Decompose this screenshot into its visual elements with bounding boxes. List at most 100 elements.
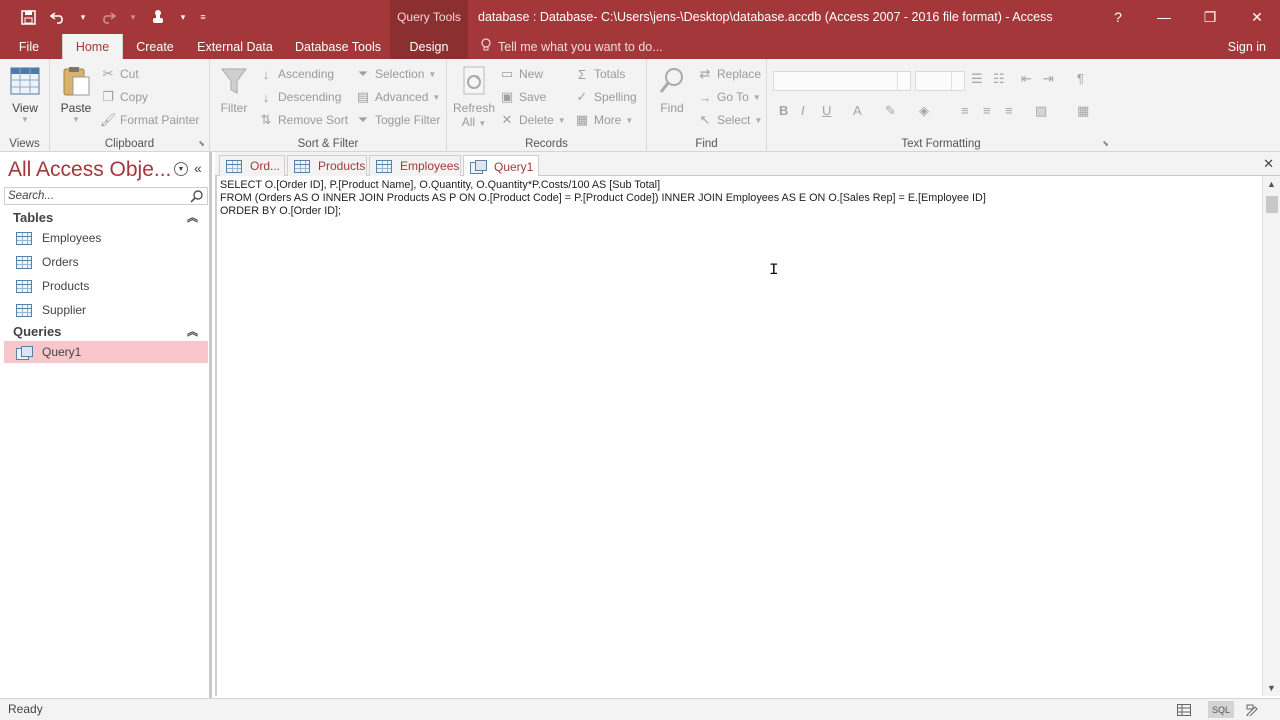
sql-text[interactable]: SELECT O.[Order ID], P.[Product Name], O… <box>220 179 986 218</box>
new-record-button[interactable]: ▭ New <box>499 64 543 84</box>
ribbon: View ▼ Views Paste ▼ ✂ Cut ❐ Copy 🖌 Format … <box>0 59 1280 152</box>
copy-button[interactable]: ❐ Copy <box>100 87 148 107</box>
shutter-bar-close-icon[interactable]: « <box>194 160 202 176</box>
nav-menu-dropdown-icon[interactable]: ▼ <box>174 162 188 176</box>
nav-table-employees[interactable]: Employees <box>4 227 208 249</box>
search-icon[interactable] <box>190 189 204 203</box>
touch-mode-icon[interactable] <box>148 7 168 27</box>
font-color-icon[interactable]: A <box>853 103 862 118</box>
sort-filter-group: Filter ↓ Ascending ↓ Descending ⇅ Remove So… <box>210 59 447 152</box>
numbering-icon[interactable]: ☷ <box>993 71 1005 87</box>
chevron-down-icon: ▼ <box>478 119 487 128</box>
queries-section-header[interactable]: Queries ︽ <box>4 321 208 341</box>
goto-button[interactable]: → Go To ▼ <box>697 87 761 107</box>
sql-editor[interactable]: SELECT O.[Order ID], P.[Product Name], O… <box>215 176 1262 696</box>
dialog-launcher-icon[interactable]: ⬊ <box>1102 139 1109 148</box>
toggle-filter-button[interactable]: ⏷ Toggle Filter <box>355 110 441 130</box>
remove-sort-button[interactable]: ⇅ Remove Sort <box>258 110 348 130</box>
minimize-button[interactable]: — <box>1141 0 1187 34</box>
nav-pane-title[interactable]: All Access Obje... <box>8 158 171 182</box>
ascending-button[interactable]: ↓ Ascending <box>258 64 334 84</box>
tab-file[interactable]: File <box>0 34 58 59</box>
format-painter-button[interactable]: 🖌 Format Painter <box>100 110 200 130</box>
totals-button[interactable]: Σ Totals <box>574 64 625 84</box>
fill-color-icon[interactable]: ◈ <box>919 103 929 119</box>
restore-button[interactable]: ❐ <box>1187 0 1233 34</box>
font-name-combo[interactable] <box>773 71 911 91</box>
doc-tab-products[interactable]: Products <box>287 155 367 176</box>
spelling-button[interactable]: ✓ Spelling <box>574 87 637 107</box>
indent-increase-icon[interactable]: ⇥ <box>1043 71 1054 87</box>
replace-button[interactable]: ⇄ Replace <box>697 64 761 84</box>
vertical-scrollbar[interactable]: ▲ ▼ <box>1262 176 1280 696</box>
more-button[interactable]: ▦ More ▼ <box>574 110 633 130</box>
tab-design[interactable]: Design <box>390 34 468 59</box>
doc-tab-query1[interactable]: Query1 <box>463 155 539 177</box>
alternate-row-color-icon[interactable]: ▨ <box>1035 103 1047 119</box>
cut-button[interactable]: ✂ Cut <box>100 64 139 84</box>
indent-decrease-icon[interactable]: ⇤ <box>1021 71 1032 87</box>
datasheet-view-button[interactable] <box>1171 701 1197 718</box>
nav-search-input[interactable] <box>5 188 185 204</box>
scroll-up-icon[interactable]: ▲ <box>1267 179 1276 189</box>
italic-icon[interactable]: I <box>801 103 805 118</box>
customize-qat-icon[interactable]: ≡ <box>198 7 208 27</box>
bold-icon[interactable]: B <box>779 103 788 118</box>
doc-tab-orders[interactable]: Ord... <box>219 155 285 176</box>
status-bar: Ready SQL <box>0 698 1280 720</box>
chevron-down-icon: ▼ <box>752 92 761 102</box>
help-button[interactable]: ? <box>1095 0 1141 34</box>
undo-icon[interactable] <box>48 7 68 27</box>
nav-table-products[interactable]: Products <box>4 275 208 297</box>
sql-view-button[interactable]: SQL <box>1208 701 1234 718</box>
sign-in-link[interactable]: Sign in <box>1228 34 1266 59</box>
select-button[interactable]: ↖ Select ▼ <box>697 110 763 130</box>
save-record-button[interactable]: ▣ Save <box>499 87 547 107</box>
find-button[interactable]: Find <box>653 64 691 115</box>
tab-home[interactable]: Home <box>62 34 123 59</box>
align-left-icon[interactable]: ≡ <box>961 103 969 118</box>
tab-database-tools[interactable]: Database Tools <box>287 34 389 59</box>
design-view-button[interactable] <box>1240 701 1266 718</box>
underline-icon[interactable]: U <box>822 103 831 118</box>
delete-record-button[interactable]: ✕ Delete ▼ <box>499 110 566 130</box>
chevron-down-icon: ▼ <box>754 115 763 125</box>
close-window-button[interactable]: ✕ <box>1234 0 1280 34</box>
align-right-icon[interactable]: ≡ <box>1005 103 1013 118</box>
nav-query-query1[interactable]: Query1 <box>4 341 208 363</box>
filter-button[interactable]: Filter <box>214 64 254 115</box>
paragraph-direction-icon[interactable]: ¶ <box>1077 71 1084 86</box>
save-icon[interactable] <box>18 7 38 27</box>
view-button[interactable]: View ▼ <box>5 64 45 124</box>
touch-dropdown-icon[interactable]: ▾ <box>178 7 188 27</box>
align-center-icon[interactable]: ≡ <box>983 103 991 118</box>
highlight-icon[interactable]: ✎ <box>885 103 896 119</box>
doc-tab-employees[interactable]: Employees <box>369 155 461 176</box>
bullets-icon[interactable]: ☰ <box>971 71 983 87</box>
tab-external-data[interactable]: External Data <box>189 34 281 59</box>
scrollbar-thumb[interactable] <box>1266 196 1278 213</box>
nav-table-supplier[interactable]: Supplier <box>4 299 208 321</box>
dialog-launcher-icon[interactable]: ⬊ <box>198 139 205 148</box>
selection-label: Selection <box>375 67 425 81</box>
selection-button[interactable]: ⏷ Selection ▼ <box>355 64 437 84</box>
collapse-section-icon[interactable]: ︽ <box>187 209 198 225</box>
tables-section-header[interactable]: Tables ︽ <box>4 207 208 227</box>
nav-table-orders[interactable]: Orders <box>4 251 208 273</box>
scroll-down-icon[interactable]: ▼ <box>1267 683 1276 693</box>
undo-dropdown-icon[interactable]: ▾ <box>78 7 88 27</box>
paste-button[interactable]: Paste ▼ <box>56 64 96 124</box>
replace-label: Replace <box>717 67 762 81</box>
magnifier-icon <box>656 64 688 98</box>
descending-button[interactable]: ↓ Descending <box>258 87 342 107</box>
gridlines-icon[interactable]: ▦ <box>1077 103 1089 119</box>
refresh-all-button[interactable]: Refresh All ▼ <box>453 64 495 129</box>
tell-me-box[interactable]: Tell me what you want to do... <box>480 34 663 59</box>
font-size-combo[interactable] <box>915 71 965 91</box>
collapse-section-icon[interactable]: ︽ <box>187 323 198 339</box>
advanced-button[interactable]: ▤ Advanced ▼ <box>355 87 440 107</box>
table-icon <box>16 255 32 269</box>
close-document-icon[interactable]: ✕ <box>1263 156 1274 172</box>
tab-create[interactable]: Create <box>127 34 183 59</box>
nav-search-box[interactable] <box>4 187 208 205</box>
